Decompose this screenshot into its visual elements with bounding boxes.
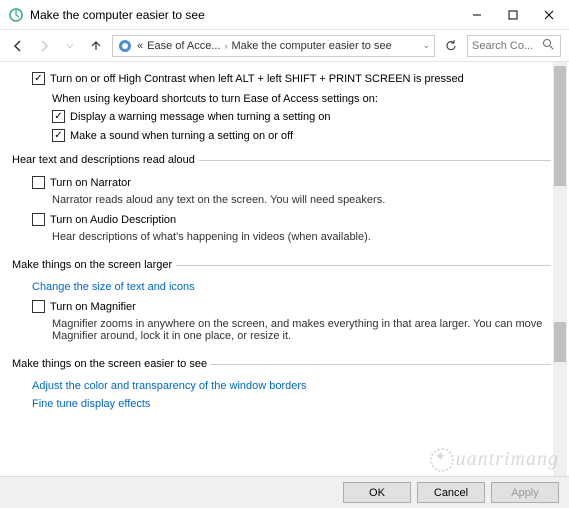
maximize-button[interactable] (495, 1, 531, 29)
search-field[interactable] (472, 40, 542, 52)
easier-section: Make things on the screen easier to see … (12, 358, 551, 416)
magnifier-desc: Magnifier zooms in anywhere on the scree… (52, 318, 551, 342)
breadcrumb-part2[interactable]: Make the computer easier to see (232, 40, 392, 52)
breadcrumb[interactable]: « Ease of Acce... › Make the computer ea… (112, 35, 435, 57)
control-panel-icon (117, 38, 133, 54)
warning-checkbox[interactable] (52, 110, 65, 123)
search-icon (542, 38, 554, 53)
text-size-link[interactable]: Change the size of text and icons (32, 281, 551, 293)
larger-section: Make things on the screen larger Change … (12, 259, 551, 348)
hear-section: Hear text and descriptions read aloud Tu… (12, 154, 551, 249)
color-link[interactable]: Adjust the color and transparency of the… (32, 380, 551, 392)
warning-label: Display a warning message when turning a… (70, 109, 330, 125)
minimize-button[interactable] (459, 1, 495, 29)
search-input[interactable] (467, 35, 561, 57)
recent-dropdown[interactable] (60, 36, 80, 56)
forward-button[interactable] (34, 36, 54, 56)
magnifier-label: Turn on Magnifier (50, 299, 136, 315)
narrator-desc: Narrator reads aloud any text on the scr… (52, 194, 551, 206)
chevron-down-icon[interactable]: ⌄ (422, 40, 430, 51)
ok-button[interactable]: OK (343, 482, 411, 503)
breadcrumb-part1[interactable]: Ease of Acce... (147, 40, 220, 52)
app-icon (8, 7, 24, 23)
high-contrast-label: Turn on or off High Contrast when left A… (50, 71, 464, 87)
chevron-right-icon[interactable]: › (225, 41, 228, 51)
display-effects-link[interactable]: Fine tune display effects (32, 398, 551, 410)
hear-legend: Hear text and descriptions read aloud (12, 154, 199, 166)
sound-checkbox[interactable] (52, 129, 65, 142)
audio-desc-label: Turn on Audio Description (50, 212, 176, 228)
window-title: Make the computer easier to see (30, 8, 459, 22)
sound-label: Make a sound when turning a setting on o… (70, 128, 293, 144)
scrollbar-thumb[interactable] (554, 322, 566, 362)
breadcrumb-prefix: « (137, 40, 143, 52)
up-button[interactable] (86, 36, 106, 56)
back-button[interactable] (8, 36, 28, 56)
button-bar: OK Cancel Apply (0, 476, 569, 508)
high-contrast-checkbox[interactable] (32, 72, 45, 85)
magnifier-checkbox[interactable] (32, 300, 45, 313)
narrator-checkbox[interactable] (32, 176, 45, 189)
audio-desc-desc: Hear descriptions of what's happening in… (52, 231, 551, 243)
scrollbar[interactable] (553, 62, 567, 476)
apply-button[interactable]: Apply (491, 482, 559, 503)
larger-legend: Make things on the screen larger (12, 259, 176, 271)
close-button[interactable] (531, 1, 567, 29)
easier-legend: Make things on the screen easier to see (12, 358, 211, 370)
shortcuts-subheading: When using keyboard shortcuts to turn Ea… (52, 93, 551, 105)
audio-desc-checkbox[interactable] (32, 213, 45, 226)
content-area: Turn on or off High Contrast when left A… (0, 62, 569, 476)
cancel-button[interactable]: Cancel (417, 482, 485, 503)
refresh-button[interactable] (441, 36, 461, 56)
scrollbar-thumb[interactable] (554, 66, 566, 186)
narrator-label: Turn on Narrator (50, 175, 131, 191)
